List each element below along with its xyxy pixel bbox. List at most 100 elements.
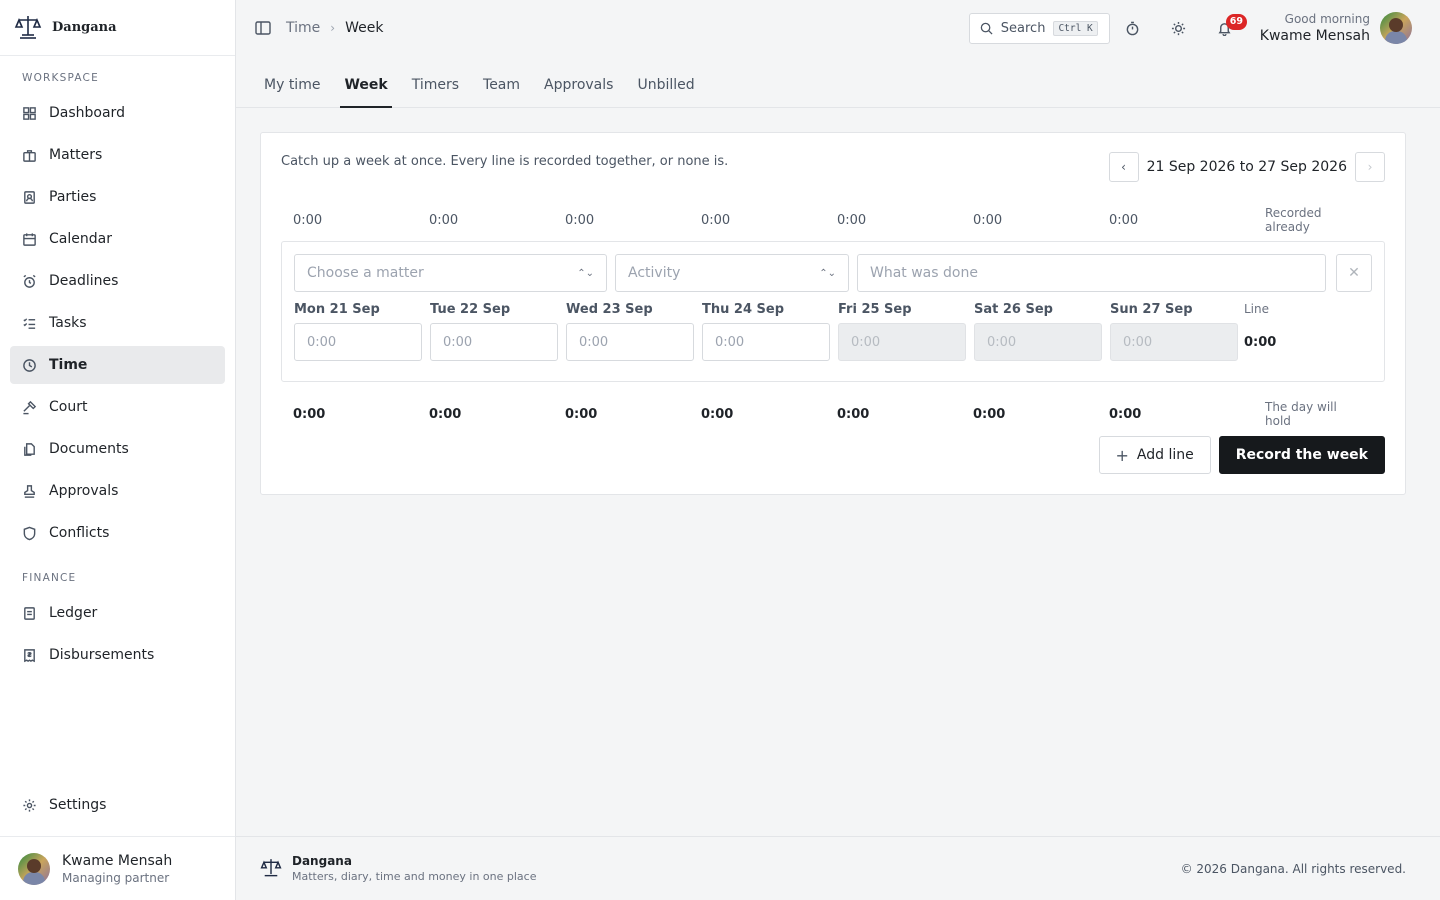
brand-name: Dangana (52, 20, 117, 35)
sidebar-item-documents[interactable]: Documents (10, 430, 225, 468)
recorded-value: 0:00 (701, 212, 731, 228)
day-hours-input: 0:00 (1110, 323, 1238, 361)
documents-icon (24, 442, 35, 456)
timer-button[interactable] (1110, 13, 1156, 44)
sidebar-item-label: Parties (49, 189, 97, 205)
hold-row: 0:00 0:00 0:00 0:00 0:00 0:00 0:00 The day will… (293, 400, 1365, 428)
workspace-nav: WORKSPACE Dashboard Matters Parties Calenda… (0, 56, 235, 678)
activity-select[interactable]: Activity ⌃⌄ (615, 254, 849, 292)
notification-badge: 69 (1225, 13, 1247, 30)
next-week-button[interactable]: › (1355, 152, 1385, 182)
search-icon (980, 22, 993, 35)
chevron-updown-icon: ⌃⌄ (819, 267, 836, 279)
sun-icon (1172, 21, 1186, 35)
ledger-icon (24, 606, 35, 620)
recorded-value: 0:00 (565, 212, 595, 228)
day-hold-label: The day will hold (1265, 400, 1337, 428)
sidebar-item-label: Time (49, 357, 88, 373)
add-line-button[interactable]: + Add line (1098, 436, 1211, 474)
day-label: Sun 27 Sep (1110, 302, 1193, 317)
briefcase-icon (23, 149, 36, 162)
sidebar-item-approvals[interactable]: Approvals (10, 472, 225, 510)
breadcrumb-parent[interactable]: Time (286, 20, 320, 36)
sidebar-item-label: Documents (49, 441, 129, 457)
sidebar-item-label: Settings (49, 797, 107, 813)
tab-timers[interactable]: Timers (412, 77, 459, 107)
line-total: Line 0:00 (1244, 302, 1276, 350)
day-hours-input[interactable]: 0:00 (430, 323, 558, 361)
day-hold-value: 0:00 (837, 406, 870, 422)
tab-week[interactable]: Week (340, 77, 392, 108)
matter-placeholder: Choose a matter (307, 265, 424, 281)
day-hours-input: 0:00 (974, 323, 1102, 361)
topbar: Time › Week Search Ctrl K 69 Good mornin… (236, 0, 1440, 56)
plus-icon: + (1115, 445, 1129, 465)
add-line-label: Add line (1136, 447, 1194, 463)
shield-icon (23, 526, 36, 540)
activity-placeholder: Activity (628, 265, 681, 281)
matter-select[interactable]: Choose a matter ⌃⌄ (294, 254, 607, 292)
line-total-label: Line (1244, 302, 1270, 316)
recorded-value: 0:00 (1109, 212, 1139, 228)
contact-icon (24, 190, 35, 204)
day-column: Mon 21 Sep 0:00 (294, 302, 422, 361)
user-name: Kwame Mensah (62, 852, 173, 869)
record-week-button[interactable]: Record the week (1218, 436, 1385, 474)
sidebar-toggle-icon[interactable] (254, 19, 272, 37)
sidebar-item-ledger[interactable]: Ledger (10, 594, 225, 632)
gear-icon (23, 798, 36, 812)
sidebar-item-conflicts[interactable]: Conflicts (10, 514, 225, 552)
day-column: Sat 26 Sep 0:00 (974, 302, 1102, 361)
day-hold-value: 0:00 (565, 406, 598, 422)
tab-team[interactable]: Team (483, 77, 520, 107)
theme-toggle-button[interactable] (1156, 13, 1202, 44)
notifications-button[interactable]: 69 (1202, 13, 1248, 44)
time-tabs: My time Week Timers Team Approvals Unbilled (236, 56, 1440, 108)
chevron-right-icon: › (1367, 160, 1373, 174)
sidebar-item-time[interactable]: Time (10, 346, 225, 384)
avatar (18, 852, 50, 885)
recorded-label: Recorded already (1265, 206, 1322, 234)
week-range: ‹ 21 Sep 2026 to 27 Sep 2026 › (1108, 152, 1385, 182)
remove-line-button[interactable]: ✕ (1336, 254, 1372, 292)
footer-tagline: Matters, diary, time and money in one pl… (292, 870, 537, 883)
tab-my-time[interactable]: My time (264, 77, 320, 107)
day-hold-value: 0:00 (973, 406, 1006, 422)
day-hours-input[interactable]: 0:00 (566, 323, 694, 361)
day-hold-value: 0:00 (701, 406, 734, 422)
sidebar-item-tasks[interactable]: Tasks (10, 304, 225, 342)
breadcrumb-separator-icon: › (330, 21, 336, 35)
line-total-value: 0:00 (1244, 335, 1277, 350)
description-input[interactable]: What was done (857, 254, 1326, 292)
user-card[interactable]: Kwame Mensah Managing partner (0, 836, 235, 900)
day-hold-value: 0:00 (429, 406, 462, 422)
tab-unbilled[interactable]: Unbilled (637, 77, 694, 107)
week-intro: Catch up a week at once. Every line is r… (281, 154, 729, 169)
sidebar-item-label: Disbursements (49, 647, 155, 663)
sidebar-item-dashboard[interactable]: Dashboard (10, 94, 225, 132)
breadcrumb-current: Week (345, 20, 384, 36)
day-hours-input[interactable]: 0:00 (294, 323, 422, 361)
sidebar-item-label: Ledger (49, 605, 98, 621)
sidebar-item-label: Matters (49, 147, 103, 163)
previous-week-button[interactable]: ‹ (1108, 152, 1139, 182)
brand[interactable]: Dangana (0, 0, 235, 56)
dashboard-icon (23, 106, 36, 120)
sidebar-item-settings[interactable]: Settings (10, 786, 225, 824)
sidebar-item-deadlines[interactable]: Deadlines (10, 262, 225, 300)
chevron-updown-icon: ⌃⌄ (577, 267, 594, 279)
finance-heading: FINANCE (22, 572, 77, 584)
sidebar-item-parties[interactable]: Parties (10, 178, 225, 216)
sidebar-item-label: Deadlines (49, 273, 119, 289)
sidebar-item-label: Calendar (49, 231, 112, 247)
sidebar-item-court[interactable]: Court (10, 388, 225, 426)
header-avatar[interactable] (1380, 12, 1412, 44)
sidebar-item-calendar[interactable]: Calendar (10, 220, 225, 258)
sidebar-item-matters[interactable]: Matters (10, 136, 225, 174)
tab-approvals[interactable]: Approvals (544, 77, 613, 107)
day-hours-input[interactable]: 0:00 (702, 323, 830, 361)
content: Catch up a week at once. Every line is r… (236, 108, 1440, 836)
search-button[interactable]: Search Ctrl K (968, 12, 1110, 44)
gavel-icon (23, 400, 37, 414)
sidebar-item-disbursements[interactable]: Disbursements (10, 636, 225, 674)
